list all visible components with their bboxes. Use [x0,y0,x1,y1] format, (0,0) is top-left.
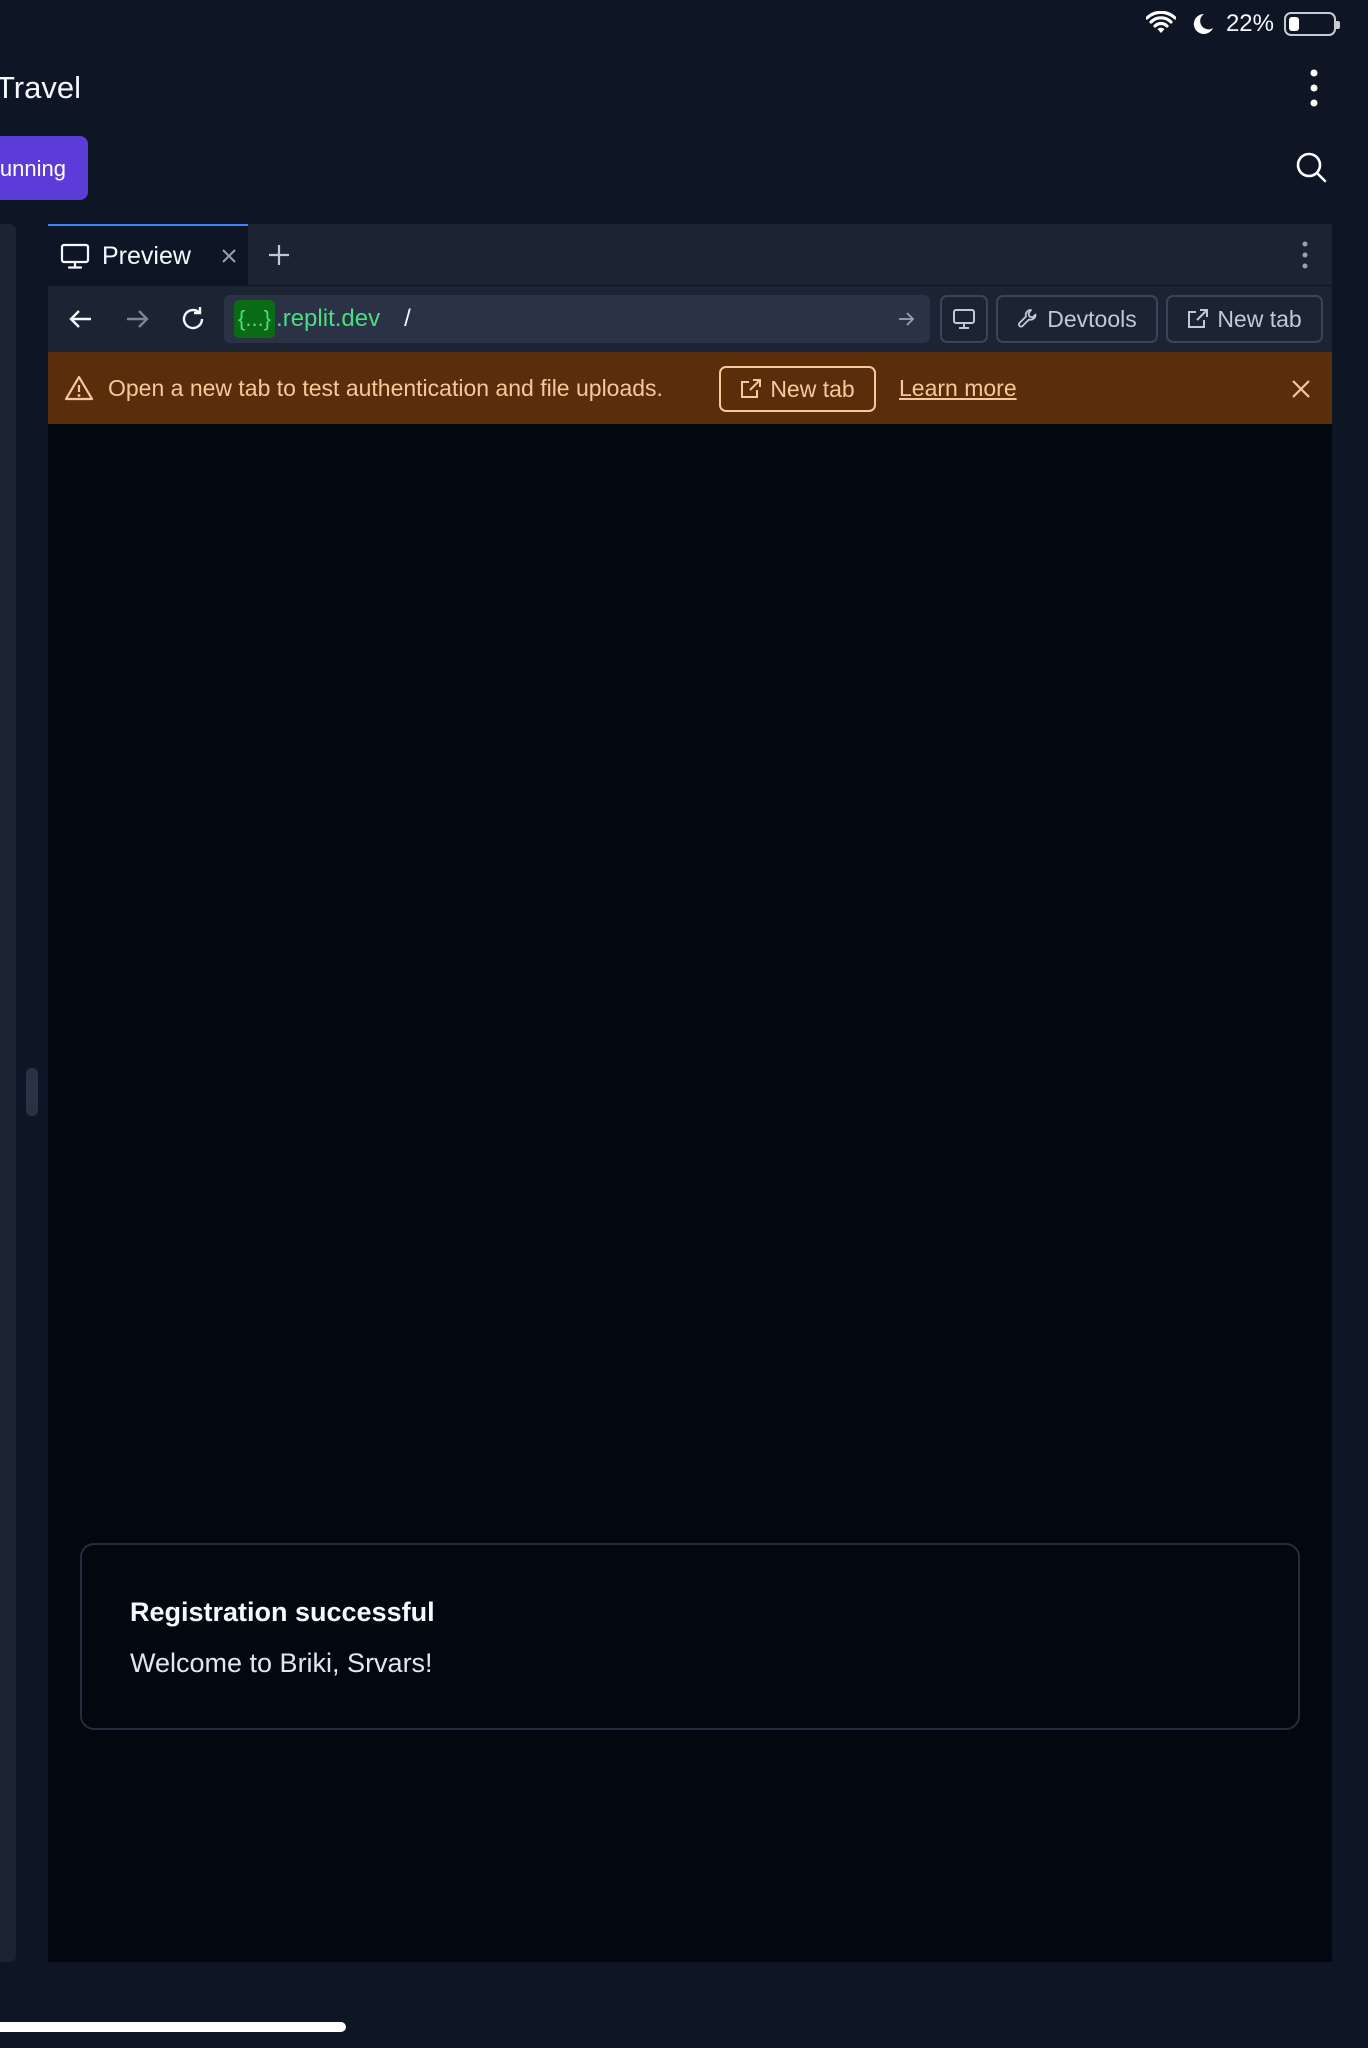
moon-icon [1193,13,1213,34]
status-bar: 22% [0,0,1368,48]
banner-new-tab-button[interactable]: New tab [719,366,876,412]
new-tab-label: New tab [1217,305,1302,332]
banner-button-label: New tab [770,375,855,402]
home-indicator[interactable] [0,2022,346,2032]
devices-icon [953,309,975,329]
external-link-icon [741,379,762,398]
tab-bar: Preview [48,224,1332,286]
battery-level [1289,17,1299,31]
wifi-icon [1145,11,1176,33]
external-link-icon [1188,309,1209,328]
devtools-button[interactable]: Devtools [996,295,1158,343]
device-preview-button[interactable] [940,295,988,343]
toast-description: Welcome to Briki, Srvars! [130,1648,433,1678]
tab-label: Preview [102,241,191,270]
plus-icon[interactable] [266,242,292,268]
toast-title: Registration successful [130,1597,435,1627]
preview-viewport[interactable]: Registration successful Welcome to Briki… [48,424,1332,1962]
wrench-icon [1018,309,1037,328]
devtools-label: Devtools [1047,305,1137,332]
forward-arrow-icon[interactable] [122,304,152,334]
url-bar[interactable]: {...} .replit.dev / [224,295,930,343]
run-button[interactable]: Running [0,136,88,200]
monitor-icon [60,243,90,269]
status-indicators: 22% [1145,8,1340,40]
kebab-menu-icon[interactable] [1302,66,1326,110]
toast-notification[interactable]: Registration successful Welcome to Briki… [80,1543,1300,1730]
left-pane-collapsed[interactable] [0,224,16,1962]
search-icon[interactable] [1294,150,1328,184]
back-arrow-icon[interactable] [66,304,96,334]
run-button-label: Running [0,156,66,181]
learn-more-link[interactable]: Learn more [899,375,1017,402]
battery-percentage: 22% [1225,10,1274,37]
close-icon[interactable] [218,245,240,267]
url-host: .replit.dev [276,305,381,332]
preview-panel: Preview {...} .replit.dev / Devtools New… [48,224,1332,1962]
url-path: / [404,305,411,332]
url-subdomain-chip: {...} [234,300,276,338]
banner-message: Open a new tab to test authentication an… [108,375,663,401]
pane-resize-handle[interactable] [26,1068,38,1116]
browser-navbar: {...} .replit.dev / Devtools New tab [48,286,1332,352]
reload-icon[interactable] [178,304,208,334]
battery-icon [1284,12,1340,36]
go-arrow-icon[interactable] [896,309,916,329]
close-icon[interactable] [1290,378,1312,400]
panel-kebab-menu-icon[interactable] [1300,240,1310,270]
warning-banner: Open a new tab to test authentication an… [48,352,1332,424]
tab-preview[interactable]: Preview [48,224,248,286]
project-title[interactable]: Travel [0,70,81,106]
new-tab-button[interactable]: New tab [1166,295,1323,343]
warning-icon [64,375,94,401]
